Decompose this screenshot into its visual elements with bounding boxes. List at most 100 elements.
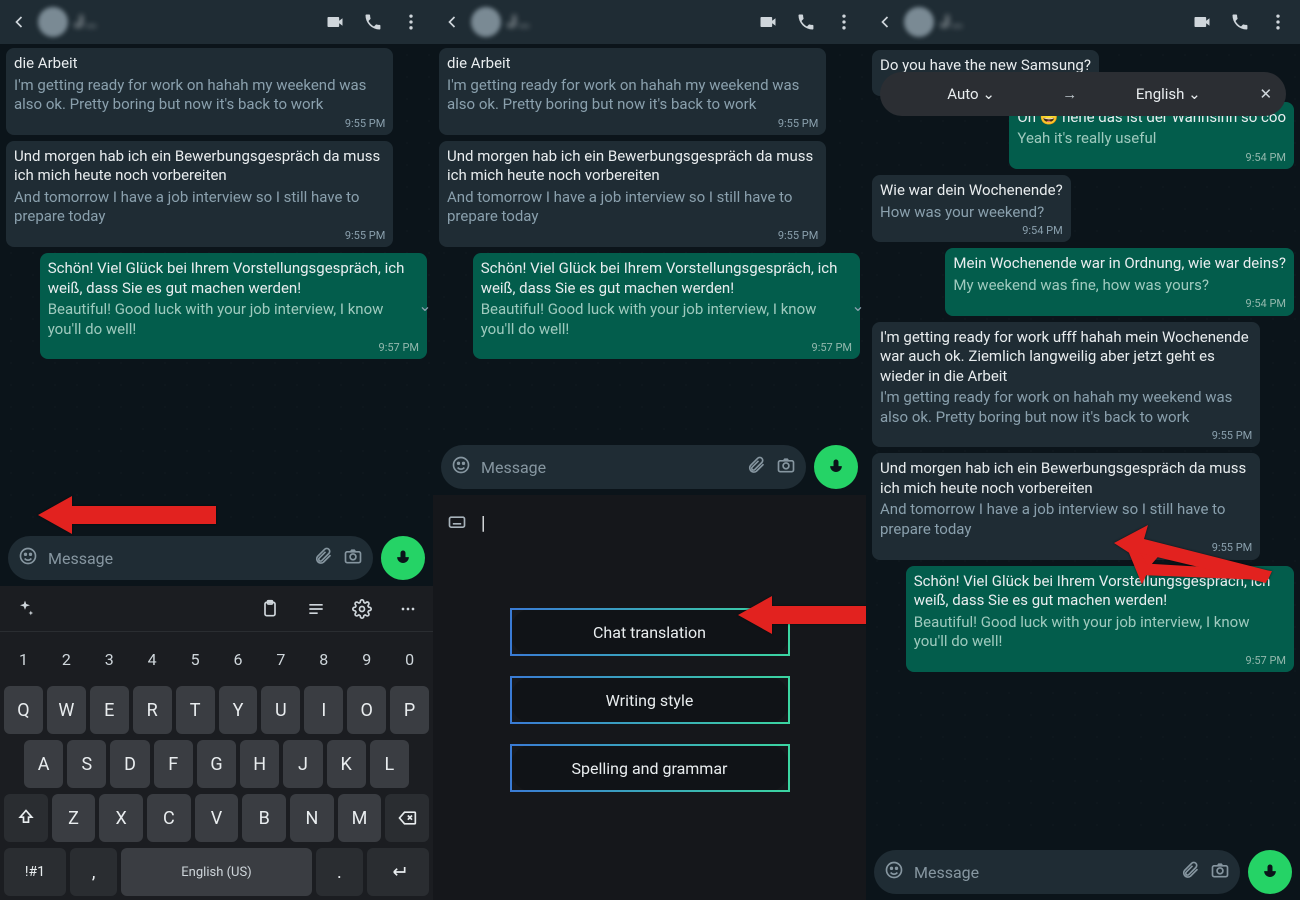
text-icon[interactable] — [301, 594, 331, 624]
sent-message[interactable]: Schön! Viel Glück bei Ihrem Vorstellungs… — [473, 253, 860, 359]
mic-button[interactable] — [1248, 850, 1292, 894]
avatar[interactable] — [904, 7, 934, 37]
key-z[interactable]: Z — [52, 794, 96, 842]
period-key[interactable]: . — [316, 848, 364, 896]
ai-sparkle-icon[interactable] — [10, 594, 40, 624]
key-g[interactable]: G — [197, 740, 236, 788]
settings-gear-icon[interactable] — [347, 594, 377, 624]
key-j[interactable]: J — [283, 740, 322, 788]
more-icon[interactable] — [1262, 6, 1294, 38]
backspace-key[interactable] — [385, 794, 429, 842]
translate-from[interactable]: Auto ⌄ — [894, 85, 1048, 103]
emoji-icon[interactable] — [884, 860, 904, 884]
key-b[interactable]: B — [242, 794, 286, 842]
key-o[interactable]: O — [347, 686, 386, 734]
close-icon[interactable]: ✕ — [1259, 85, 1272, 103]
shift-key[interactable] — [4, 794, 48, 842]
key-p[interactable]: P — [390, 686, 429, 734]
chevron-down-icon[interactable]: ⌄⌄ — [418, 302, 433, 310]
space-key[interactable]: English (US) — [121, 848, 311, 896]
video-call-icon[interactable] — [752, 6, 784, 38]
clipboard-icon[interactable] — [255, 594, 285, 624]
contact-name[interactable]: J… — [507, 12, 746, 32]
message-input[interactable] — [48, 549, 303, 568]
message-input-pill[interactable] — [441, 445, 806, 489]
message-input-pill[interactable] — [874, 850, 1240, 894]
key-1[interactable]: 1 — [4, 638, 43, 680]
key-2[interactable]: 2 — [47, 638, 86, 680]
key-q[interactable]: Q — [4, 686, 43, 734]
sent-message[interactable]: Mein Wochenende war in Ordnung, wie war … — [945, 248, 1294, 315]
chat-area[interactable]: die ArbeitI'm getting ready for work on … — [433, 44, 866, 439]
contact-name[interactable]: J… — [74, 12, 313, 32]
key-w[interactable]: W — [47, 686, 86, 734]
key-8[interactable]: 8 — [304, 638, 343, 680]
key-r[interactable]: R — [133, 686, 172, 734]
key-c[interactable]: C — [147, 794, 191, 842]
key-0[interactable]: 0 — [390, 638, 429, 680]
translate-to[interactable]: English ⌄ — [1091, 85, 1245, 103]
key-m[interactable]: M — [338, 794, 382, 842]
key-f[interactable]: F — [154, 740, 193, 788]
key-u[interactable]: U — [261, 686, 300, 734]
kb-more-icon[interactable] — [393, 594, 423, 624]
received-message[interactable]: Und morgen hab ich ein Bewerbungsgespräc… — [6, 141, 393, 247]
key-6[interactable]: 6 — [219, 638, 258, 680]
camera-icon[interactable] — [343, 546, 363, 570]
received-message[interactable]: die ArbeitI'm getting ready for work on … — [439, 48, 826, 135]
voice-call-icon[interactable] — [1224, 6, 1256, 38]
chat-area[interactable]: die ArbeitI'm getting ready for work on … — [0, 44, 433, 530]
key-5[interactable]: 5 — [176, 638, 215, 680]
video-call-icon[interactable] — [1186, 6, 1218, 38]
more-icon[interactable] — [395, 6, 427, 38]
voice-call-icon[interactable] — [357, 6, 389, 38]
voice-call-icon[interactable] — [790, 6, 822, 38]
key-i[interactable]: I — [304, 686, 343, 734]
contact-name[interactable]: J… — [940, 12, 1180, 32]
enter-key[interactable] — [367, 848, 429, 896]
key-k[interactable]: K — [327, 740, 366, 788]
received-message[interactable]: Wie war dein Wochenende?How was your wee… — [872, 175, 1071, 242]
key-v[interactable]: V — [195, 794, 239, 842]
translation-bar[interactable]: Auto ⌄ → English ⌄ ✕ — [880, 72, 1286, 116]
back-icon[interactable] — [439, 9, 465, 35]
attach-icon[interactable] — [746, 455, 766, 479]
chat-area[interactable]: Do you have the new Samsung?9:54 PMOh 😄 … — [866, 44, 1300, 844]
avatar[interactable] — [38, 7, 68, 37]
key-s[interactable]: S — [67, 740, 106, 788]
mic-button[interactable] — [814, 445, 858, 489]
key-y[interactable]: Y — [219, 686, 258, 734]
key-7[interactable]: 7 — [261, 638, 300, 680]
key-h[interactable]: H — [240, 740, 279, 788]
key-d[interactable]: D — [110, 740, 149, 788]
camera-icon[interactable] — [1210, 860, 1230, 884]
key-a[interactable]: A — [24, 740, 63, 788]
key-4[interactable]: 4 — [133, 638, 172, 680]
ai-option-writing-style[interactable]: Writing style — [510, 676, 790, 724]
ai-option-spelling-grammar[interactable]: Spelling and grammar — [510, 744, 790, 792]
comma-key[interactable]: , — [70, 848, 118, 896]
mic-button[interactable] — [381, 536, 425, 580]
more-icon[interactable] — [828, 6, 860, 38]
emoji-icon[interactable] — [18, 546, 38, 570]
symbols-key[interactable]: !#1 — [4, 848, 66, 896]
back-icon[interactable] — [6, 9, 32, 35]
camera-icon[interactable] — [776, 455, 796, 479]
key-n[interactable]: N — [290, 794, 334, 842]
message-input[interactable] — [914, 863, 1170, 882]
emoji-icon[interactable] — [451, 455, 471, 479]
key-9[interactable]: 9 — [347, 638, 386, 680]
attach-icon[interactable] — [313, 546, 333, 570]
key-t[interactable]: T — [176, 686, 215, 734]
back-icon[interactable] — [872, 9, 898, 35]
received-message[interactable]: I'm getting ready for work ufff hahah me… — [872, 322, 1260, 448]
video-call-icon[interactable] — [319, 6, 351, 38]
avatar[interactable] — [471, 7, 501, 37]
message-input[interactable] — [481, 458, 736, 477]
chevron-down-icon[interactable]: ⌄⌄ — [851, 302, 866, 310]
keyboard-collapse-icon[interactable] — [447, 513, 467, 538]
received-message[interactable]: die ArbeitI'm getting ready for work on … — [6, 48, 393, 135]
message-input-pill[interactable] — [8, 536, 373, 580]
key-3[interactable]: 3 — [90, 638, 129, 680]
attach-icon[interactable] — [1180, 860, 1200, 884]
